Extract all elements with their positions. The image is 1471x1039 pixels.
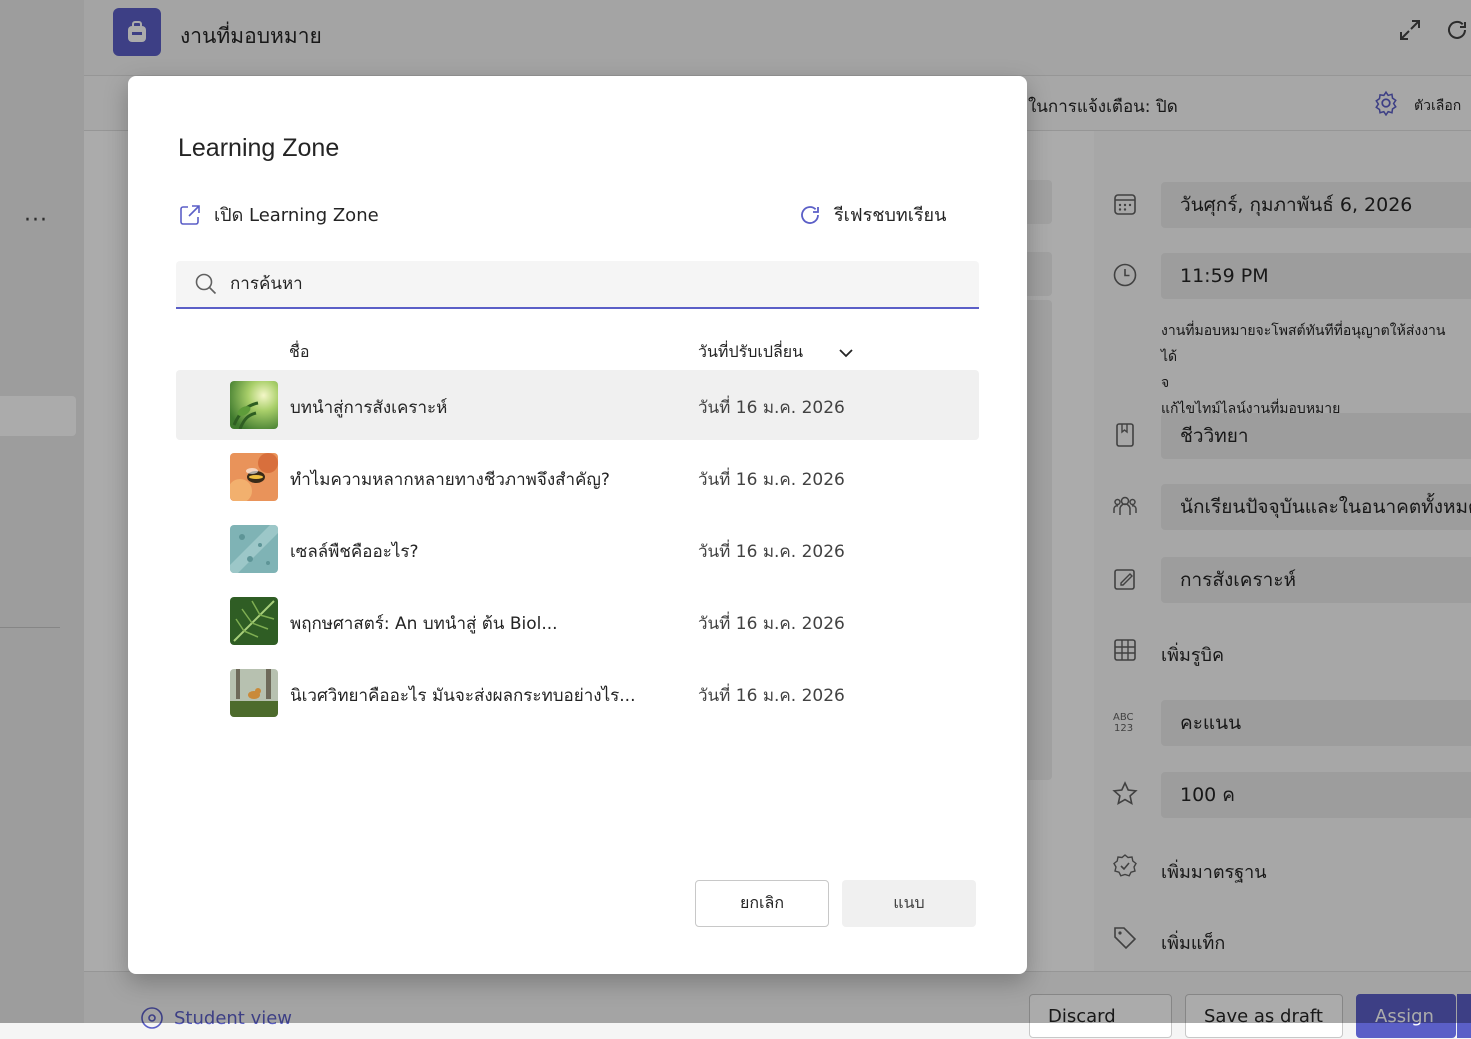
lesson-date: วันที่ 16 ม.ค. 2026 — [698, 470, 845, 490]
lesson-row[interactable]: พฤกษศาสตร์: An บทนำสู่ ต้น Biol... วันที… — [176, 586, 979, 656]
lesson-date: วันที่ 16 ม.ค. 2026 — [698, 398, 845, 418]
column-header-modified[interactable]: วันที่ปรับเปลี่ยน — [698, 340, 853, 365]
cancel-button[interactable]: ยกเลิก — [695, 880, 829, 927]
lesson-thumbnail — [230, 525, 278, 573]
lesson-row[interactable]: เซลล์พืชคืออะไร? วันที่ 16 ม.ค. 2026 — [176, 514, 979, 584]
lesson-date: วันที่ 16 ม.ค. 2026 — [698, 542, 845, 562]
open-learning-zone-label: เปิด Learning Zone — [214, 205, 379, 226]
column-header-name[interactable]: ชื่อ — [289, 340, 309, 365]
lesson-name: ทำไมความหลากหลายทางชีวภาพจึงสำคัญ? — [290, 470, 610, 490]
lesson-name: นิเวศวิทยาคืออะไร มันจะส่งผลกระทบอย่างไร… — [290, 686, 636, 706]
open-external-icon — [180, 204, 200, 225]
learning-zone-dialog: Learning Zone เปิด Learning Zone รีเฟรชบ… — [128, 76, 1027, 974]
lesson-thumbnail — [230, 669, 278, 717]
lesson-row[interactable]: บทนำสู่การสังเคราะห์ วันที่ 16 ม.ค. 2026 — [176, 370, 979, 440]
lesson-name: พฤกษศาสตร์: An บทนำสู่ ต้น Biol... — [290, 614, 558, 634]
lesson-date: วันที่ 16 ม.ค. 2026 — [698, 614, 845, 634]
attach-button[interactable]: แนบ — [842, 880, 976, 927]
lesson-row[interactable]: นิเวศวิทยาคืออะไร มันจะส่งผลกระทบอย่างไร… — [176, 658, 979, 728]
lesson-thumbnail — [230, 453, 278, 501]
search-input[interactable] — [228, 273, 932, 295]
refresh-lessons-label: รีเฟรชบทเรียน — [834, 205, 947, 226]
lesson-name: บทนำสู่การสังเคราะห์ — [290, 398, 448, 418]
refresh-lessons-button[interactable]: รีเฟรชบทเรียน — [798, 200, 946, 229]
dialog-title: Learning Zone — [178, 134, 340, 162]
open-learning-zone-link[interactable]: เปิด Learning Zone — [178, 200, 379, 229]
search-box — [176, 261, 979, 309]
lesson-row[interactable]: ทำไมความหลากหลายทางชีวภาพจึงสำคัญ? วันที… — [176, 442, 979, 512]
chevron-down-icon[interactable] — [839, 348, 853, 358]
lesson-thumbnail — [230, 597, 278, 645]
search-icon — [195, 273, 217, 295]
lesson-name: เซลล์พืชคืออะไร? — [290, 542, 419, 562]
lesson-date: วันที่ 16 ม.ค. 2026 — [698, 686, 845, 706]
refresh-icon — [801, 205, 819, 224]
column-header-modified-label: วันที่ปรับเปลี่ยน — [698, 342, 804, 361]
lesson-thumbnail — [230, 381, 278, 429]
